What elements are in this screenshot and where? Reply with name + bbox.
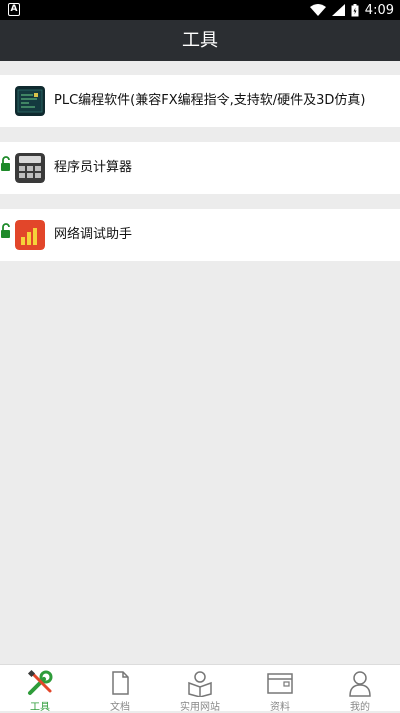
nav-documents[interactable]: 文档 (80, 665, 160, 713)
status-icons: 4:09 (309, 1, 394, 19)
tool-item-calculator[interactable]: 程序员计算器 (0, 142, 400, 194)
notification-a-icon: A (8, 3, 20, 16)
document-icon (112, 671, 129, 695)
plc-software-icon (15, 86, 45, 116)
tool-item-label: 程序员计算器 (54, 160, 133, 175)
tool-item-plc[interactable]: PLC编程软件(兼容FX编程指令,支持软/硬件及3D仿真) (0, 75, 400, 127)
tool-item-label: 网络调试助手 (54, 227, 133, 242)
nav-label: 实用网站 (180, 702, 220, 713)
user-icon (349, 671, 371, 697)
nav-label: 我的 (350, 702, 370, 713)
unlock-icon (1, 223, 10, 238)
network-debug-icon (15, 220, 45, 250)
unlock-icon (1, 156, 10, 171)
folder-icon (267, 673, 293, 694)
nav-label: 文档 (110, 702, 130, 713)
tools-icon (27, 669, 53, 695)
nav-websites[interactable]: 实用网站 (160, 665, 240, 713)
page-title: 工具 (0, 20, 400, 61)
tool-item-network-debug[interactable]: 网络调试助手 (0, 209, 400, 261)
nav-label: 资料 (270, 702, 290, 713)
tool-item-label: PLC编程软件(兼容FX编程指令,支持软/硬件及3D仿真) (54, 93, 366, 108)
nav-label: 工具 (30, 702, 50, 713)
wifi-icon (309, 4, 326, 16)
status-bar: A 4:09 (0, 0, 400, 20)
battery-icon (351, 3, 359, 16)
calculator-icon (15, 153, 45, 183)
website-icon (188, 671, 212, 697)
bottom-nav: 工具 文档 实用网站 资料 我的 (0, 664, 400, 713)
nav-tools[interactable]: 工具 (0, 665, 80, 713)
signal-icon (331, 4, 345, 16)
nav-materials[interactable]: 资料 (240, 665, 320, 713)
status-time: 4:09 (364, 2, 394, 18)
nav-profile[interactable]: 我的 (320, 665, 400, 713)
